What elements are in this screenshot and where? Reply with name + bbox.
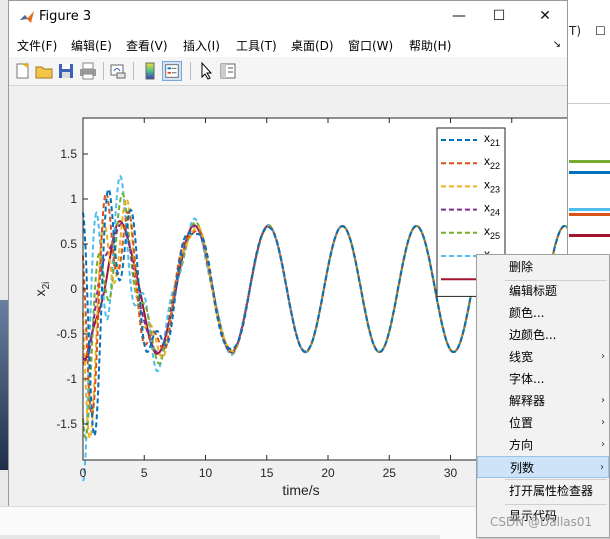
x-tick-label: 30 bbox=[444, 466, 458, 480]
ctx-color[interactable]: 颜色... bbox=[477, 302, 609, 324]
toolbar-separator bbox=[133, 62, 134, 80]
ctx-location[interactable]: 位置 › bbox=[477, 412, 609, 434]
open-icon[interactable] bbox=[34, 61, 54, 81]
menu-bar: 文件(F) 编辑(E) 查看(V) 插入(I) 工具(T) 桌面(D) 窗口(W… bbox=[9, 32, 567, 57]
colorbar-icon[interactable] bbox=[140, 61, 160, 81]
maximize-button[interactable]: ☐ bbox=[479, 5, 519, 27]
y-tick-label: 0.5 bbox=[60, 237, 77, 251]
link-plot-icon[interactable] bbox=[108, 61, 128, 81]
ctx-delete[interactable]: 删除 bbox=[477, 256, 609, 278]
ctx-line-width[interactable]: 线宽 › bbox=[477, 346, 609, 368]
new-figure-icon[interactable] bbox=[13, 61, 33, 81]
submenu-arrow-icon: › bbox=[601, 351, 605, 362]
submenu-arrow-icon: › bbox=[601, 395, 605, 406]
menu-insert[interactable]: 插入(I) bbox=[183, 37, 220, 54]
title-bar[interactable]: Figure 3 — ☐ ✕ bbox=[9, 1, 567, 32]
menu-window[interactable]: 窗口(W) bbox=[348, 37, 393, 54]
print-icon[interactable] bbox=[78, 61, 98, 81]
ctx-orientation[interactable]: 方向 › bbox=[477, 434, 609, 456]
menu-file[interactable]: 文件(F) bbox=[17, 37, 57, 54]
ctx-edit-title[interactable]: 编辑标题 bbox=[477, 280, 609, 302]
ctx-font[interactable]: 字体... bbox=[477, 368, 609, 390]
y-tick-label: -0.5 bbox=[56, 327, 77, 341]
minimize-button[interactable]: — bbox=[439, 5, 479, 27]
legend-icon[interactable] bbox=[162, 61, 182, 81]
x-tick-label: 25 bbox=[383, 466, 397, 480]
toolbar-separator bbox=[103, 62, 104, 80]
menu-tools[interactable]: 工具(T) bbox=[236, 37, 277, 54]
background-divider bbox=[567, 103, 610, 104]
background-menu-fragment: T) bbox=[569, 24, 582, 38]
matlab-icon bbox=[20, 11, 34, 23]
dock-arrow-icon[interactable]: ↘ bbox=[553, 39, 561, 50]
save-icon[interactable] bbox=[56, 61, 76, 81]
menu-view[interactable]: 查看(V) bbox=[126, 37, 168, 54]
y-tick-label: 1.5 bbox=[60, 147, 77, 161]
close-button[interactable]: ✕ bbox=[525, 5, 565, 27]
ctx-interpreter[interactable]: 解释器 › bbox=[477, 390, 609, 412]
submenu-arrow-icon: › bbox=[601, 439, 605, 450]
y-axis-label: x2i bbox=[32, 282, 52, 297]
menu-edit[interactable]: 编辑(E) bbox=[71, 37, 112, 54]
background-restore-icon: ☐ bbox=[595, 24, 606, 38]
desktop-wallpaper-strip bbox=[0, 300, 8, 470]
x-axis-label: time/s bbox=[282, 482, 319, 498]
y-tick-label: -1.5 bbox=[56, 417, 77, 431]
x-tick-label: 5 bbox=[141, 466, 148, 480]
background-line-red bbox=[569, 234, 610, 237]
y-tick-label: -1 bbox=[66, 372, 77, 386]
background-line-green bbox=[569, 160, 610, 163]
background-line-orange bbox=[569, 213, 610, 216]
y-tick-label: 0 bbox=[70, 282, 77, 296]
submenu-arrow-icon: › bbox=[600, 462, 604, 473]
window-title: Figure 3 bbox=[39, 9, 92, 24]
ctx-num-columns[interactable]: 列数 › bbox=[477, 456, 609, 478]
ctx-edge-color[interactable]: 边颜色... bbox=[477, 324, 609, 346]
menu-desktop[interactable]: 桌面(D) bbox=[291, 37, 334, 54]
background-line-cyan bbox=[569, 208, 610, 211]
pointer-icon[interactable] bbox=[196, 61, 216, 81]
figure-toolbar bbox=[9, 57, 567, 86]
background-line-blue bbox=[569, 171, 610, 174]
x-tick-label: 15 bbox=[260, 466, 274, 480]
x-tick-label: 10 bbox=[199, 466, 213, 480]
legend-context-menu: 删除 编辑标题 颜色... 边颜色... 线宽 › 字体... 解释器 › 位置 › … bbox=[476, 254, 610, 538]
menu-help[interactable]: 帮助(H) bbox=[409, 37, 451, 54]
ctx-open-inspector[interactable]: 打开属性检查器 bbox=[477, 480, 609, 502]
watermark: CSDN @Dallas01 bbox=[490, 515, 593, 529]
x-tick-label: 20 bbox=[321, 466, 335, 480]
toolbar-separator bbox=[190, 62, 191, 80]
x-tick-label: 0 bbox=[80, 466, 87, 480]
submenu-arrow-icon: › bbox=[601, 417, 605, 428]
y-tick-label: 1 bbox=[70, 192, 77, 206]
property-editor-icon[interactable] bbox=[218, 61, 238, 81]
